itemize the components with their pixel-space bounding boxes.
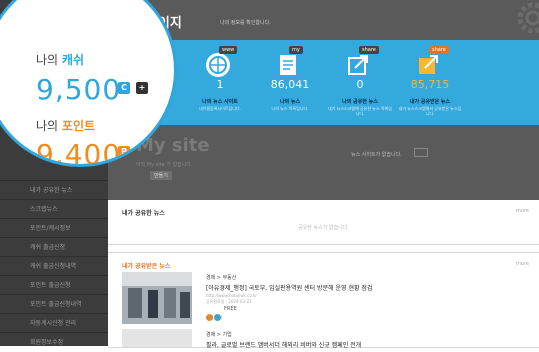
news-category: 경제 > 부동산 [206, 275, 237, 281]
news-source: http://www.hotnews.co.kr 공유완료일 : 2024-03… [206, 293, 257, 305]
globe-icon [206, 53, 230, 77]
stat-description: 내이름등록사이트입니다. [199, 106, 241, 111]
stat-shared-news[interactable]: share 0 나의 공유한 뉴스 내가 뉴스스크랩해 공유한 뉴스 목록입니다… [323, 40, 397, 125]
stat-tag: my [289, 46, 303, 54]
share-received-icon [419, 55, 438, 74]
cash-label: 나의 캐쉬 [36, 51, 84, 68]
section-title: 내가 공유받은 뉴스 [122, 263, 171, 270]
cash-value: 9,500 [36, 73, 122, 106]
sidebar-item-shared-news[interactable]: 내가 공유한 뉴스 [0, 180, 108, 199]
sidebar-item-cash-withdraw[interactable]: 캐쉬 출금신청 [0, 237, 108, 256]
document-icon [280, 55, 296, 75]
stat-value: 86,041 [270, 78, 310, 91]
sidebar-item-auto-post[interactable]: 자동게시신청 관리 [0, 313, 108, 332]
stat-value: 85,715 [410, 78, 450, 91]
stat-description: 내가 뉴스스크랩해 공유한 뉴스 목록입니다. [328, 106, 392, 116]
point-label-strong: 포인트 [61, 119, 96, 133]
sidebar-item-scrap-news[interactable]: 스크랩뉴스 [0, 199, 108, 218]
news-card[interactable]: 경제 > 기업 필라, 글로벌 브랜드 앰버서더 해외리 비버와 신규 캠페인 … [122, 329, 532, 349]
news-date: 공유완료일 : 2024-03-21 [206, 299, 252, 304]
point-value: 9,400 [36, 138, 122, 167]
point-label: 나의 포인트 [36, 117, 95, 134]
news-card[interactable]: 경제 > 부동산 [아유경제_행정] 국토부, 임실판용역원 센터 방문해 운영… [122, 272, 532, 324]
stat-received-news[interactable]: share 85,715 내가 공유받은 뉴스 내가 뉴스스크랩해서 공유받은 … [393, 40, 467, 125]
news-badges: FREE [206, 306, 237, 321]
point-button[interactable]: P [118, 146, 130, 158]
news-detail-link[interactable]: 자세 보기 [206, 315, 222, 321]
stat-tag: share [429, 46, 449, 54]
my-site-panel: My site 아직 My site 가 없습니다. 만들기 뉴스 사이트가 없… [108, 125, 539, 200]
stat-label: 나의 뉴스 [279, 99, 301, 105]
cash-label-strong: 캐쉬 [61, 53, 85, 67]
sidebar-item-point-withdraw-history[interactable]: 포인트 출금신청내역 [0, 294, 108, 313]
sidebar-item-point-cash-info[interactable]: 포인트/캐시정보 [0, 218, 108, 237]
create-site-button[interactable]: 만들기 [150, 171, 172, 180]
stat-my-news[interactable]: my 86,041 나의 뉴스 나의 뉴스 목록입니다. [253, 40, 327, 125]
page-header: 마이페이지 나의 정보를 확인합니다. [108, 0, 539, 40]
stat-label: 내가 공유받은 뉴스 [409, 99, 451, 105]
empty-message: 공유한 뉴스가 없습니다. [298, 225, 349, 231]
gear-icon [517, 2, 539, 34]
stat-value: 1 [216, 78, 224, 91]
sidebar-item-member-info[interactable]: 회원정보수정 [0, 332, 108, 351]
stat-tag: www [219, 46, 238, 54]
point-label-prefix: 나의 [36, 119, 59, 133]
my-site-subtitle: 아직 My site 가 없습니다. [136, 162, 193, 168]
received-news-section: 내가 공유받은 뉴스 more 경제 > 부동산 [아유경제_행정] 국토부, … [108, 252, 539, 349]
my-site-note: 뉴스 사이트가 없습니다. [351, 152, 402, 158]
stat-label: 나의 공유한 뉴스 [342, 99, 378, 105]
plus-button[interactable]: + [136, 82, 148, 94]
more-button[interactable] [414, 148, 428, 157]
news-thumbnail[interactable] [122, 272, 192, 324]
share-icon [348, 55, 368, 75]
page-subtitle: 나의 정보를 확인합니다. [220, 20, 271, 26]
cash-label-prefix: 나의 [36, 53, 59, 67]
news-headline[interactable]: [아유경제_행정] 국토부, 임실판용역원 센터 방문해 운영 현황 점검 [206, 283, 372, 292]
stat-tag: share [359, 46, 379, 54]
stat-description: 내가 뉴스스크랩해서 공유받은 뉴스입니다. [398, 106, 462, 116]
sidebar-item-cash-withdraw-history[interactable]: 캐쉬 출금신청내역 [0, 256, 108, 275]
free-label: FREE [224, 306, 237, 312]
cash-button[interactable]: C [118, 82, 130, 94]
stat-news-site[interactable]: www 1 나의 뉴스 사이트 내이름등록사이트입니다. [183, 40, 257, 125]
section-title: 내가 공유한 뉴스 [122, 210, 165, 217]
stat-value: 0 [356, 78, 364, 91]
stat-description: 나의 뉴스 목록입니다. [271, 106, 309, 111]
shared-news-section: 내가 공유한 뉴스 more 공유한 뉴스가 없습니다. [108, 200, 539, 245]
news-thumbnail[interactable] [122, 329, 192, 347]
news-category: 경제 > 기업 [206, 332, 232, 338]
news-headline[interactable]: 필라, 글로벌 브랜드 앰버서더 해외리 비버와 신규 캠페인 전개 [206, 340, 361, 349]
sidebar-item-point-withdraw[interactable]: 포인트 출금신청 [0, 275, 108, 294]
more-link[interactable]: more [516, 208, 529, 214]
stat-label: 나의 뉴스 사이트 [202, 99, 238, 105]
more-link[interactable]: more [516, 261, 529, 267]
